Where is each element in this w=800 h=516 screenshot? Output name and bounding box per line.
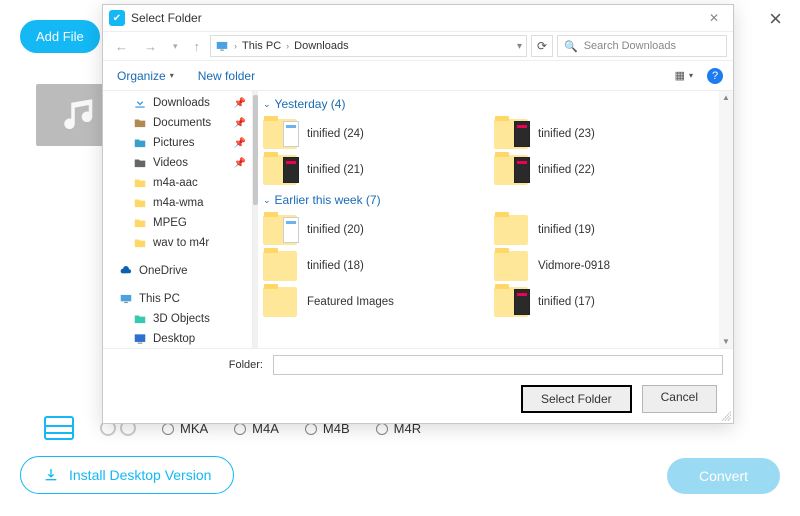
group-header[interactable]: ⌄Yesterday (4) (261, 91, 733, 117)
toolbar: Organize ▾ New folder ▦ ▾ ? (103, 61, 733, 91)
pc-icon (215, 39, 229, 53)
tree-node[interactable]: Downloads📌 (103, 93, 252, 113)
search-icon: 🔍 (564, 40, 578, 53)
chevron-down-icon[interactable]: ▾ (167, 41, 184, 52)
folder-item[interactable]: tinified (22) (494, 155, 715, 185)
scroll-down-icon[interactable]: ▼ (720, 335, 732, 348)
folder-item[interactable]: tinified (20) (263, 215, 484, 245)
dialog-footer: Folder: Select Folder Cancel (103, 348, 733, 423)
scroll-up-icon[interactable]: ▲ (720, 91, 732, 104)
nav-bar: ← → ▾ ↑ › This PC › Downloads ▾ ⟳ 🔍 Sear… (103, 31, 733, 61)
folder-item[interactable]: tinified (23) (494, 119, 715, 149)
folder-item[interactable]: tinified (21) (263, 155, 484, 185)
folder-item[interactable]: Featured Images (263, 287, 484, 317)
select-folder-button[interactable]: Select Folder (521, 385, 632, 413)
tree-node-onedrive[interactable]: OneDrive (103, 261, 252, 281)
chevron-down-icon: ⌄ (263, 99, 271, 110)
tree-node[interactable]: Videos📌 (103, 153, 252, 173)
view-options-icon[interactable]: ▦ ▾ (675, 69, 693, 82)
convert-button[interactable]: Convert (667, 458, 780, 494)
app-close-icon[interactable]: × (769, 6, 782, 32)
nav-back-icon[interactable]: ← (109, 39, 134, 54)
folder-item[interactable]: tinified (17) (494, 287, 715, 317)
pin-icon: 📌 (234, 158, 246, 169)
download-icon (43, 467, 59, 483)
breadcrumb[interactable]: › This PC › Downloads ▾ (210, 35, 527, 57)
tree-node[interactable]: Pictures📌 (103, 133, 252, 153)
help-icon[interactable]: ? (707, 68, 723, 84)
nav-forward-icon: → (138, 39, 163, 54)
video-format-icon[interactable] (44, 416, 74, 440)
pin-icon: 📌 (234, 118, 246, 129)
tree-node[interactable]: MPEG (103, 213, 252, 233)
folder-item[interactable]: Vidmore-0918 (494, 251, 715, 281)
folder-content[interactable]: ⌄Yesterday (4)tinified (24) tinified (23)… (253, 91, 733, 348)
tree-node[interactable]: wav to m4r (103, 233, 252, 253)
new-folder-button[interactable]: New folder (198, 69, 255, 83)
cancel-button[interactable]: Cancel (642, 385, 717, 413)
chevron-down-icon: ⌄ (263, 195, 271, 206)
tree-node-thispc[interactable]: This PC (103, 289, 252, 309)
folder-item[interactable]: tinified (19) (494, 215, 715, 245)
refresh-icon[interactable]: ⟳ (531, 35, 553, 57)
pin-icon: 📌 (234, 98, 246, 109)
folder-tree[interactable]: Downloads📌Documents📌Pictures📌Videos📌m4a-… (103, 91, 253, 348)
organize-menu[interactable]: Organize ▾ (113, 67, 178, 85)
resize-grip-icon[interactable] (721, 411, 731, 421)
dialog-title: Select Folder (131, 11, 701, 25)
add-file-button[interactable]: Add File (20, 20, 100, 53)
tree-node[interactable]: m4a-wma (103, 193, 252, 213)
content-scrollbar[interactable]: ▲ ▼ (719, 91, 733, 348)
music-note-icon (59, 94, 101, 136)
folder-item[interactable]: tinified (24) (263, 119, 484, 149)
search-input[interactable]: 🔍 Search Downloads (557, 35, 727, 57)
folder-input[interactable] (273, 355, 723, 375)
pin-icon: 📌 (234, 138, 246, 149)
tree-node[interactable]: m4a-aac (103, 173, 252, 193)
tree-node[interactable]: 3D Objects (103, 309, 252, 329)
dialog-titlebar: ✔ Select Folder ✕ (103, 5, 733, 31)
select-folder-dialog: ✔ Select Folder ✕ ← → ▾ ↑ › This PC › Do… (102, 4, 734, 424)
tree-node[interactable]: Desktop (103, 329, 252, 348)
folder-label: Folder: (113, 359, 263, 371)
close-icon[interactable]: ✕ (701, 11, 727, 25)
folder-item[interactable]: tinified (18) (263, 251, 484, 281)
nav-up-icon[interactable]: ↑ (188, 39, 207, 54)
group-header[interactable]: ⌄Earlier this week (7) (261, 187, 733, 213)
app-icon: ✔ (109, 10, 125, 26)
install-desktop-button[interactable]: Install Desktop Version (20, 456, 234, 494)
tree-node[interactable]: Documents📌 (103, 113, 252, 133)
